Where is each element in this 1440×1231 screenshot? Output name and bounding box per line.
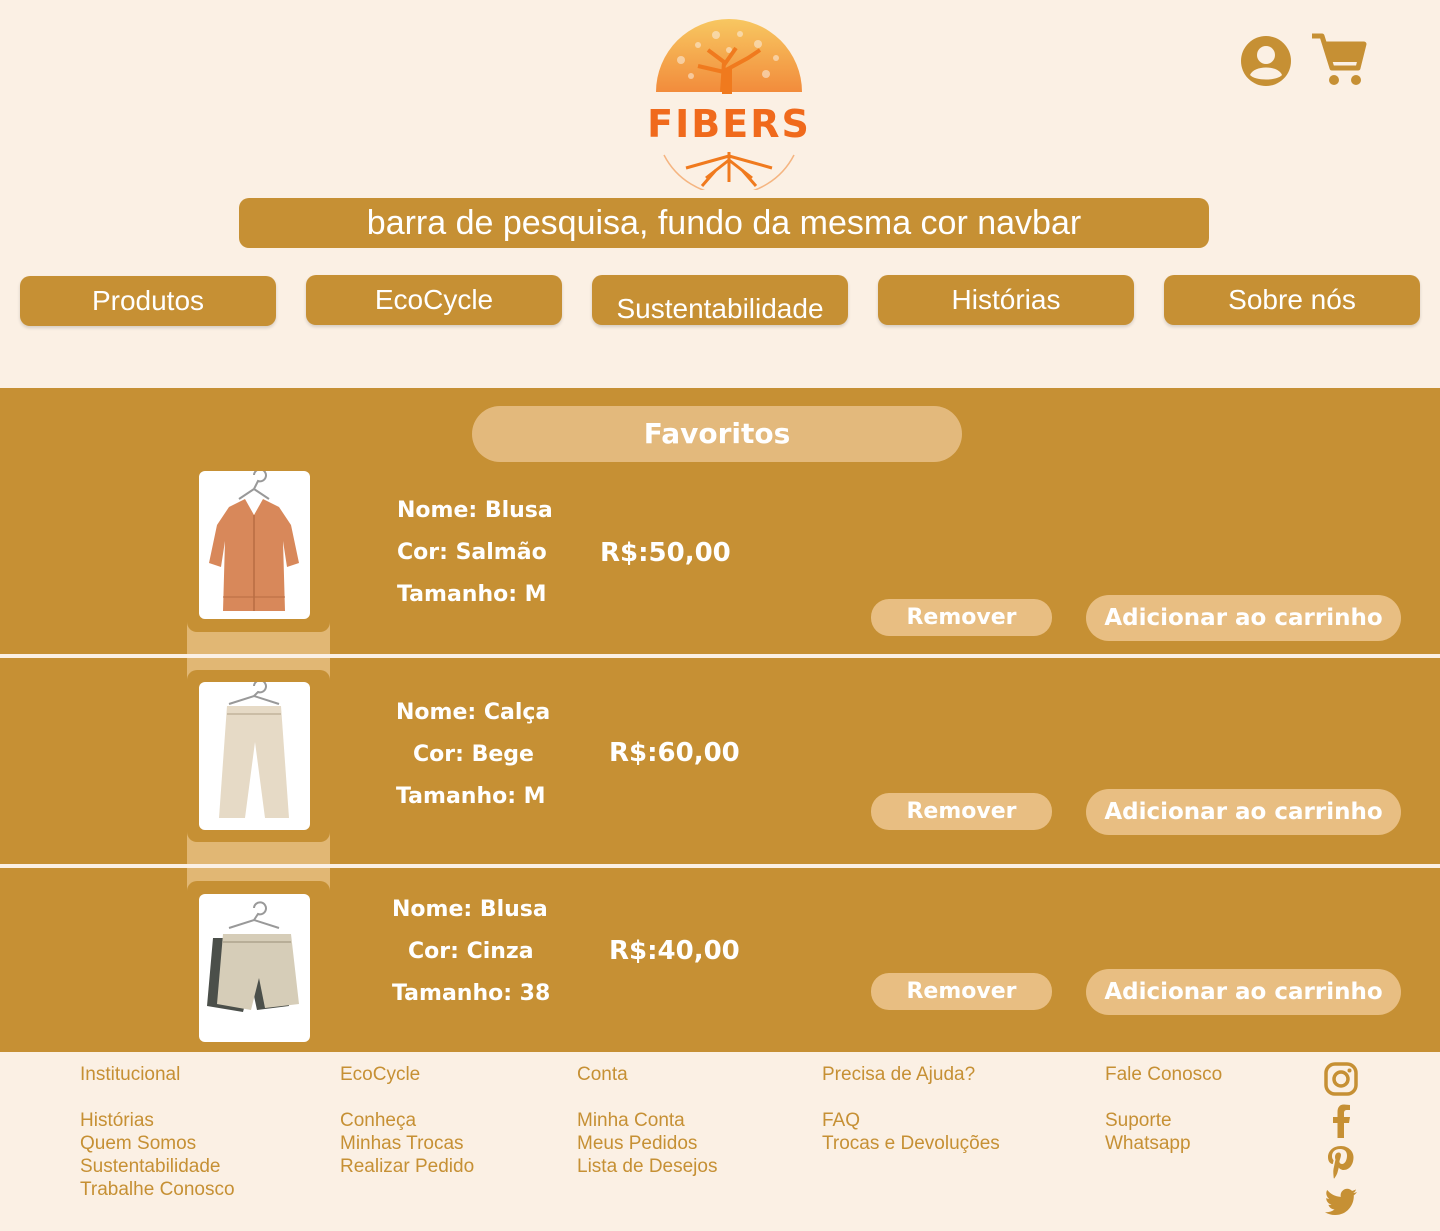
footer-link[interactable]: Conheça: [340, 1109, 474, 1132]
product-image-blouse-salmon[interactable]: [199, 471, 310, 619]
favorites-section: Favoritos Nome: Blusa Cor: Salmão Tamanh…: [0, 388, 1440, 1052]
footer-link[interactable]: Trocas e Devoluções: [822, 1132, 1000, 1155]
favorites-title: Favoritos: [472, 406, 962, 462]
item-name: Nome: Blusa: [392, 897, 548, 922]
nav-sustentabilidade[interactable]: Sustentabilidade: [592, 275, 848, 325]
add-to-cart-button[interactable]: Adicionar ao carrinho: [1086, 969, 1401, 1015]
item-color: Cor: Cinza: [408, 939, 534, 964]
footer-heading: Institucional: [80, 1064, 181, 1085]
item-name: Nome: Calça: [396, 700, 551, 725]
shopping-cart-icon[interactable]: [1308, 30, 1368, 90]
item-size: Tamanho: 38: [392, 981, 551, 1006]
footer-link[interactable]: Minha Conta: [577, 1109, 717, 1132]
item-price: R$:60,00: [609, 738, 740, 768]
product-image-pants-beige[interactable]: [199, 682, 310, 830]
item-color: Cor: Bege: [413, 742, 534, 767]
footer-link[interactable]: FAQ: [822, 1109, 1000, 1132]
item-size: Tamanho: M: [396, 784, 546, 809]
item-color: Cor: Salmão: [397, 540, 547, 565]
favorite-item: Nome: Blusa Cor: Cinza Tamanho: 38 R$:40…: [0, 881, 1440, 1052]
facebook-icon[interactable]: [1322, 1102, 1360, 1140]
footer-link[interactable]: Suporte: [1105, 1109, 1222, 1132]
favorite-item: Nome: Blusa Cor: Salmão Tamanho: M R$:50…: [0, 462, 1440, 656]
footer-link[interactable]: Trabalhe Conosco: [80, 1178, 235, 1201]
footer-ajuda: Precisa de Ajuda? FAQ Trocas e Devoluçõe…: [822, 1063, 1000, 1155]
footer-heading: EcoCycle: [340, 1064, 421, 1085]
item-name: Nome: Blusa: [397, 498, 553, 523]
brand-name: FIBERS: [647, 102, 811, 146]
item-price: R$:50,00: [600, 538, 731, 568]
user-account-icon[interactable]: [1240, 35, 1292, 87]
footer-link[interactable]: Whatsapp: [1105, 1132, 1222, 1155]
add-to-cart-button[interactable]: Adicionar ao carrinho: [1086, 789, 1401, 835]
remove-button[interactable]: Remover: [871, 973, 1052, 1010]
footer-link[interactable]: Lista de Desejos: [577, 1155, 717, 1178]
twitter-icon[interactable]: [1322, 1184, 1360, 1222]
footer-heading: Conta: [577, 1064, 628, 1085]
instagram-icon[interactable]: [1322, 1060, 1360, 1098]
search-bar[interactable]: barra de pesquisa, fundo da mesma cor na…: [239, 198, 1209, 248]
footer-ecocycle: EcoCycle Conheça Minhas Trocas Realizar …: [340, 1063, 474, 1178]
footer-institucional: Institucional Histórias Quem Somos Suste…: [80, 1063, 235, 1201]
nav-sobre-nos[interactable]: Sobre nós: [1164, 275, 1420, 325]
footer-conta: Conta Minha Conta Meus Pedidos Lista de …: [577, 1063, 717, 1178]
divider: [0, 864, 1440, 868]
footer-heading: Precisa de Ajuda?: [822, 1064, 976, 1085]
tree-logo-icon: [656, 19, 802, 196]
favorite-item: Nome: Calça Cor: Bege Tamanho: M R$:60,0…: [0, 670, 1440, 844]
footer-link[interactable]: Histórias: [80, 1109, 235, 1132]
footer-link[interactable]: Meus Pedidos: [577, 1132, 717, 1155]
nav-historias[interactable]: Histórias: [878, 275, 1134, 325]
footer-link[interactable]: Minhas Trocas: [340, 1132, 474, 1155]
footer-link[interactable]: Sustentabilidade: [80, 1155, 235, 1178]
divider: [0, 654, 1440, 658]
nav-produtos[interactable]: Produtos: [20, 276, 276, 326]
footer-link[interactable]: Realizar Pedido: [340, 1155, 474, 1178]
nav-ecocycle[interactable]: EcoCycle: [306, 275, 562, 325]
remove-button[interactable]: Remover: [871, 599, 1052, 636]
footer-heading: Fale Conosco: [1105, 1064, 1223, 1085]
footer-fale-conosco: Fale Conosco Suporte Whatsapp: [1105, 1063, 1222, 1155]
add-to-cart-button[interactable]: Adicionar ao carrinho: [1086, 595, 1401, 641]
pinterest-icon[interactable]: [1322, 1143, 1360, 1181]
item-size: Tamanho: M: [397, 582, 547, 607]
product-image-shorts-gray[interactable]: [199, 894, 310, 1042]
brand-logo[interactable]: FIBERS: [636, 10, 822, 196]
footer-link[interactable]: Quem Somos: [80, 1132, 235, 1155]
remove-button[interactable]: Remover: [871, 793, 1052, 830]
item-price: R$:40,00: [609, 936, 740, 966]
